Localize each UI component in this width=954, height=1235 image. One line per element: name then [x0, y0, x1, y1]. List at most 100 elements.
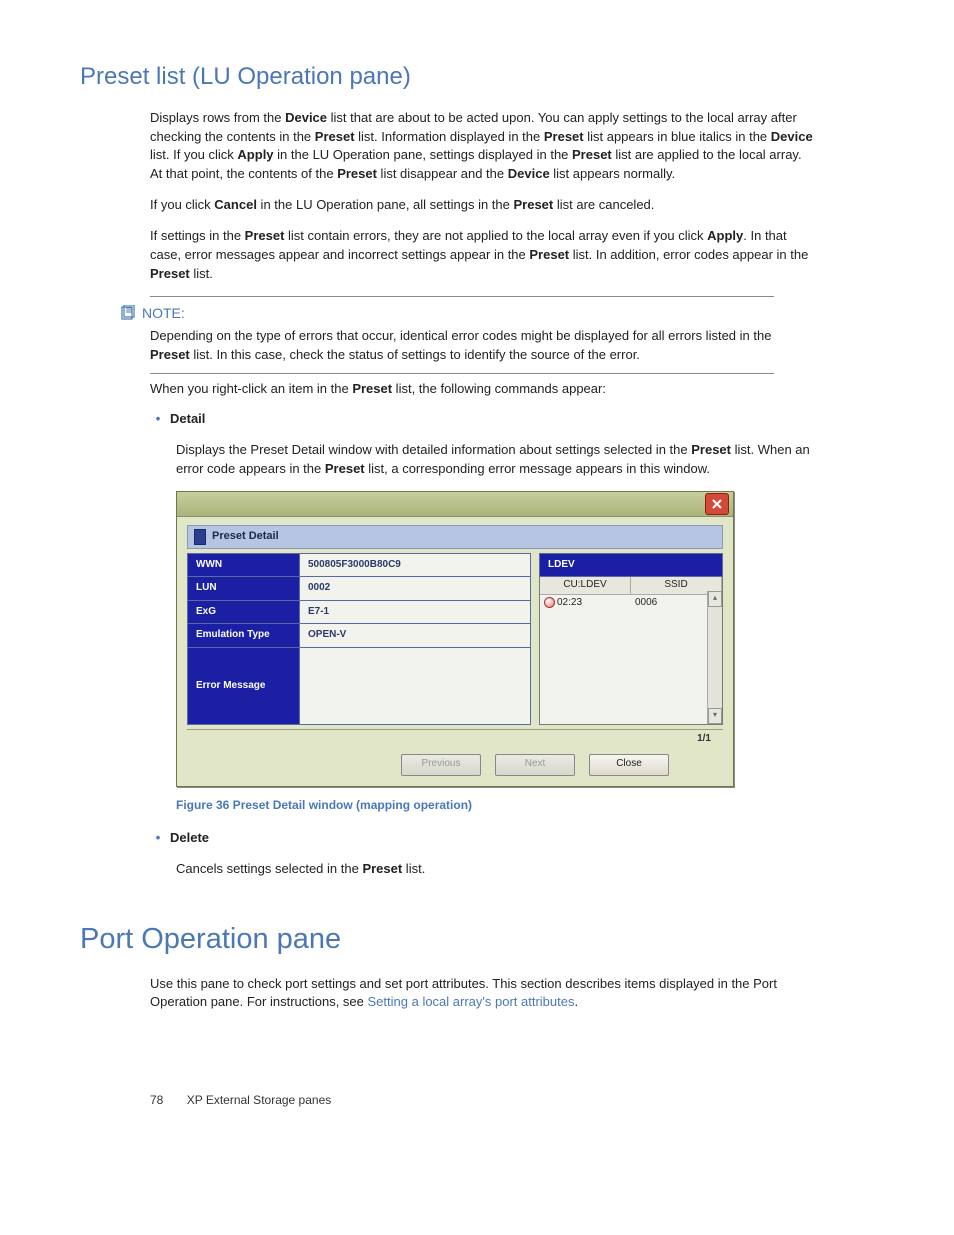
text: list contain errors, they are not applie…: [284, 228, 707, 243]
page-number: 78: [150, 1093, 163, 1107]
ldev-header-row: CU:LDEV SSID: [540, 577, 722, 595]
term-preset: Preset: [362, 861, 402, 876]
heading-port-operation: Port Operation pane: [80, 918, 874, 960]
detail-table: WWN500805F3000B80C9 LUN0002 ExGE7-1 Emul…: [187, 553, 531, 725]
previous-button: Previous: [401, 754, 481, 776]
cmd-delete: Delete: [170, 830, 209, 845]
figure-caption: Figure 36 Preset Detail window (mapping …: [176, 797, 874, 814]
term-preset: Preset: [513, 197, 553, 212]
ldev-row[interactable]: 02:23 0006: [540, 595, 722, 612]
note-icon: [120, 305, 136, 321]
ldev-culdev: 02:23: [540, 596, 631, 611]
figure-preset-detail: Preset Detail WWN500805F3000B80C9 LUN000…: [176, 491, 734, 788]
heading-preset-list: Preset list (LU Operation pane): [80, 60, 874, 95]
text: If you click: [150, 197, 214, 212]
term-preset: Preset: [245, 228, 285, 243]
table-row: ExGE7-1: [188, 600, 531, 624]
term-preset: Preset: [325, 461, 365, 476]
text: list. In this case, check the status of …: [190, 347, 640, 362]
term-preset: Preset: [352, 381, 392, 396]
dialog-window: Preset Detail WWN500805F3000B80C9 LUN000…: [176, 491, 734, 788]
term-cancel: Cancel: [214, 197, 257, 212]
cmd-detail: Detail: [170, 411, 205, 426]
label-wwn: WWN: [188, 553, 300, 577]
para-port-intro: Use this pane to check port settings and…: [150, 975, 814, 1013]
close-icon: [711, 498, 723, 510]
para-errors: If settings in the Preset list contain e…: [150, 227, 814, 284]
scrollbar[interactable]: ▴ ▾: [707, 591, 722, 724]
pager: 1/1: [187, 729, 723, 747]
list-item-delete: Delete: [170, 829, 874, 848]
note-body: Depending on the type of errors that occ…: [150, 327, 774, 365]
para-preset-intro: Displays rows from the Device list that …: [150, 109, 814, 184]
text: list appears in blue italics in the: [584, 129, 771, 144]
term-preset: Preset: [337, 166, 377, 181]
text: .: [575, 994, 579, 1009]
dialog-titlebar[interactable]: [177, 492, 733, 517]
term-preset: Preset: [691, 442, 731, 457]
note-divider-top: [150, 296, 774, 297]
text: Cancels settings selected in the: [176, 861, 362, 876]
text: list, a corresponding error message appe…: [365, 461, 710, 476]
scroll-down-icon[interactable]: ▾: [708, 708, 722, 724]
label-emulation-type: Emulation Type: [188, 624, 300, 648]
term-device: Device: [285, 110, 327, 125]
panel-title: Preset Detail: [212, 529, 279, 545]
term-preset: Preset: [572, 147, 612, 162]
term-preset: Preset: [150, 266, 190, 281]
delete-description: Cancels settings selected in the Preset …: [176, 860, 814, 879]
detail-description: Displays the Preset Detail window with d…: [176, 441, 814, 479]
term-apply: Apply: [707, 228, 743, 243]
text: list. If you click: [150, 147, 237, 162]
label-lun: LUN: [188, 577, 300, 601]
text: When you right-click an item in the: [150, 381, 352, 396]
col-culdev: CU:LDEV: [540, 577, 631, 594]
term-preset: Preset: [529, 247, 569, 262]
table-row: WWN500805F3000B80C9: [188, 553, 531, 577]
page-footer: 78 XP External Storage panes: [150, 1092, 874, 1109]
para-rightclick: When you right-click an item in the Pres…: [150, 380, 814, 399]
ldev-status-icon: [544, 597, 555, 608]
scroll-up-icon[interactable]: ▴: [708, 591, 722, 607]
text: in the LU Operation pane, all settings i…: [257, 197, 514, 212]
text: list are canceled.: [553, 197, 654, 212]
text: list, the following commands appear:: [392, 381, 606, 396]
ldev-culdev-value: 02:23: [557, 597, 582, 608]
text: list.: [402, 861, 425, 876]
note-divider-bottom: [150, 373, 774, 374]
close-dialog-button[interactable]: Close: [589, 754, 669, 776]
term-device: Device: [508, 166, 550, 181]
text: Displays rows from the: [150, 110, 285, 125]
note-block: NOTE: Depending on the type of errors th…: [120, 303, 814, 365]
value-error-message: [300, 647, 531, 724]
text: list.: [190, 266, 213, 281]
term-preset: Preset: [544, 129, 584, 144]
label-ldev: LDEV: [539, 553, 723, 578]
text: Displays the Preset Detail window with d…: [176, 442, 691, 457]
close-button[interactable]: [705, 493, 729, 515]
note-label: NOTE:: [142, 303, 185, 323]
value-lun: 0002: [300, 577, 531, 601]
term-device: Device: [771, 129, 813, 144]
label-error-message: Error Message: [188, 647, 300, 724]
panel-header: Preset Detail: [187, 525, 723, 549]
value-wwn: 500805F3000B80C9: [300, 553, 531, 577]
link-port-attributes[interactable]: Setting a local array's port attributes: [368, 994, 575, 1009]
text: list. In addition, error codes appear in…: [569, 247, 808, 262]
text: list appears normally.: [550, 166, 675, 181]
term-preset: Preset: [150, 347, 190, 362]
footer-title: XP External Storage panes: [187, 1093, 332, 1107]
table-row: LUN0002: [188, 577, 531, 601]
text: in the LU Operation pane, settings displ…: [274, 147, 572, 162]
text: If settings in the: [150, 228, 245, 243]
label-exg: ExG: [188, 600, 300, 624]
table-row: Emulation TypeOPEN-V: [188, 624, 531, 648]
next-button: Next: [495, 754, 575, 776]
para-cancel: If you click Cancel in the LU Operation …: [150, 196, 814, 215]
ldev-list[interactable]: CU:LDEV SSID 02:23 0006 ▴ ▾: [539, 577, 723, 725]
value-emulation-type: OPEN-V: [300, 624, 531, 648]
value-exg: E7-1: [300, 600, 531, 624]
text: list. Information displayed in the: [355, 129, 544, 144]
term-preset: Preset: [315, 129, 355, 144]
text: list disappear and the: [377, 166, 508, 181]
